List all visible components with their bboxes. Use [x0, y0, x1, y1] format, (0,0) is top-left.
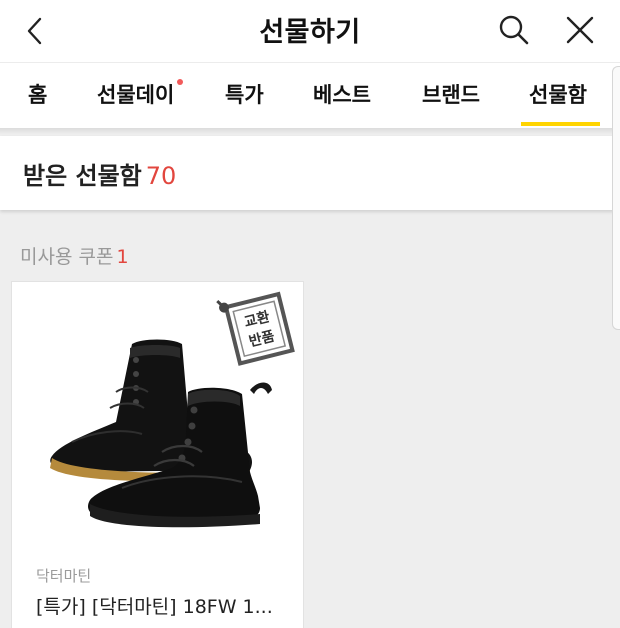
new-dot-indicator: [177, 79, 184, 85]
unused-coupons-count: 1: [116, 246, 129, 268]
tab-gift-day[interactable]: 선물데이: [97, 79, 184, 109]
tab-brand[interactable]: 브랜드: [422, 79, 480, 109]
tab-home[interactable]: 홈: [28, 79, 47, 109]
received-gifts-summary[interactable]: 받은 선물함 70: [0, 136, 620, 210]
unused-coupons-heading: 미사용 쿠폰 1: [20, 246, 129, 268]
scrollbar[interactable]: [612, 66, 620, 330]
divider: [0, 128, 620, 134]
tab-gift-box[interactable]: 선물함: [529, 79, 587, 109]
tab-special[interactable]: 특가: [225, 79, 264, 109]
received-gifts-label: 받은 선물함: [23, 162, 142, 190]
app-header: 선물하기: [0, 0, 620, 62]
product-name: [특가] [닥터마틴] 18FW 1...: [36, 596, 273, 618]
active-tab-indicator: [521, 122, 600, 126]
product-brand: 닥터마틴: [36, 567, 92, 585]
category-tabs: 홈 선물데이 특가 베스트 브랜드 선물함: [0, 62, 620, 128]
tab-best[interactable]: 베스트: [313, 79, 371, 109]
close-icon[interactable]: [562, 12, 598, 48]
search-icon[interactable]: [496, 12, 532, 48]
gift-card[interactable]: 교환 반품 닥터마틴 [특가] [닥터마틴] 18FW 1...: [11, 281, 304, 628]
received-gifts-count: 70: [145, 162, 177, 190]
product-image-boots: 교환 반품: [12, 282, 303, 552]
